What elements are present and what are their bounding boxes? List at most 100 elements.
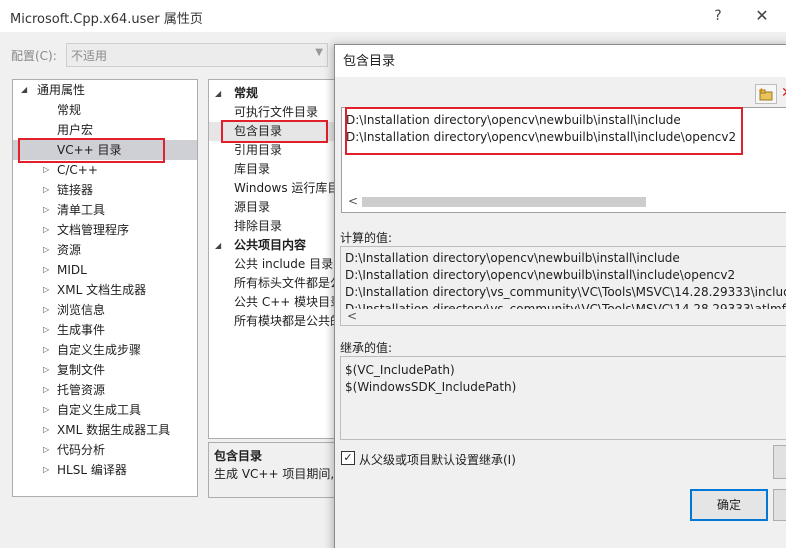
inherit-checkbox-label[interactable]: 从父级或项目默认设置继承(I): [359, 451, 516, 468]
tree-item-manifest-tool[interactable]: ▷ 清单工具: [13, 200, 197, 220]
collapsed-arrow-icon[interactable]: ▷: [43, 260, 49, 280]
tree-item-label: MIDL: [57, 263, 87, 277]
tree-item-label: 自定义生成工具: [57, 403, 142, 417]
inherited-values-label: 继承的值:: [340, 341, 393, 355]
svg-text:✦: ✦: [758, 86, 765, 95]
grid-row-reference-dirs[interactable]: 引用目录: [209, 141, 335, 160]
grid-row-exclude-dirs[interactable]: 排除目录: [209, 217, 335, 236]
grid-row-label: 所有标头文件都是公共的: [234, 276, 335, 290]
tree-item-copy-files[interactable]: ▷ 复制文件: [13, 360, 197, 380]
scroll-left-icon[interactable]: <: [348, 194, 358, 208]
collapsed-arrow-icon[interactable]: ▷: [43, 400, 49, 420]
tree-item-xml-doc-generator[interactable]: ▷ XML 文档生成器: [13, 280, 197, 300]
include-directories-dialog: 包含目录 ✦ ✕ D:\Installation directory\openc…: [334, 44, 786, 548]
grid-row-source-dirs[interactable]: 源目录: [209, 198, 335, 217]
cancel-button[interactable]: [773, 489, 786, 521]
computed-line: D:\Installation directory\opencv\newbuil…: [345, 251, 680, 265]
grid-row-label: 库目录: [234, 162, 271, 176]
grid-row-public-include-dirs[interactable]: 公共 include 目录: [209, 255, 335, 274]
tree-item-custom-build-tool[interactable]: ▷ 自定义生成工具: [13, 400, 197, 420]
folder-star-icon: ✦: [758, 86, 773, 101]
scrollbar-thumb[interactable]: [362, 197, 646, 207]
tree-item-build-events[interactable]: ▷ 生成事件: [13, 320, 197, 340]
grid-row-all-modules-public[interactable]: 所有模块都是公共的: [209, 312, 335, 331]
inherited-line: $(WindowsSDK_IncludePath): [345, 380, 517, 394]
property-tree[interactable]: ◢ 通用属性 常规 用户宏 VC++ 目录 ▷ C/C++ ▷ 链接器 ▷ 清单…: [12, 79, 198, 497]
tree-item-label: 通用属性: [37, 83, 86, 97]
inherited-line: $(VC_IncludePath): [345, 363, 455, 377]
tree-item-label: 文档管理程序: [57, 223, 130, 237]
computed-values-box: D:\Installation directory\opencv\newbuil…: [340, 246, 786, 326]
horizontal-scrollbar[interactable]: <: [346, 194, 786, 210]
tree-item-xdc-make[interactable]: ▷ 文档管理程序: [13, 220, 197, 240]
expanded-arrow-icon[interactable]: ◢: [215, 84, 221, 103]
grid-row-label: Windows 运行库目录: [234, 181, 335, 195]
grid-category-public-project-content[interactable]: ◢ 公共项目内容: [209, 236, 335, 255]
title-bar: Microsoft.Cpp.x64.user 属性页 ? ✕: [0, 0, 786, 32]
config-select[interactable]: 不适用 ▼: [66, 43, 328, 67]
scroll-left-icon[interactable]: <: [347, 309, 357, 323]
expanded-arrow-icon[interactable]: ◢: [21, 80, 27, 100]
tree-item-code-analysis[interactable]: ▷ 代码分析: [13, 440, 197, 460]
annotation-highlight-box: [345, 107, 743, 155]
annotation-highlight-box: [221, 120, 328, 143]
tree-item-label: 用户宏: [57, 123, 94, 137]
collapsed-arrow-icon[interactable]: ▷: [43, 280, 49, 300]
delete-icon[interactable]: ✕: [781, 84, 786, 104]
collapsed-arrow-icon[interactable]: ▷: [43, 200, 49, 220]
help-button[interactable]: ?: [706, 4, 730, 28]
inherit-checkbox[interactable]: ✓: [341, 451, 355, 465]
new-line-icon[interactable]: ✦: [755, 84, 777, 104]
collapsed-arrow-icon[interactable]: ▷: [43, 340, 49, 360]
collapsed-arrow-icon[interactable]: ▷: [43, 440, 49, 460]
grid-row-winrt-lib-dirs[interactable]: Windows 运行库目录: [209, 179, 335, 198]
tree-item-label: 浏览信息: [57, 303, 106, 317]
grid-row-all-headers-public[interactable]: 所有标头文件都是公共的: [209, 274, 335, 293]
collapsed-arrow-icon[interactable]: ▷: [43, 180, 49, 200]
tree-item-label: 资源: [57, 243, 82, 257]
collapsed-arrow-icon[interactable]: ▷: [43, 240, 49, 260]
grid-row-label: 排除目录: [234, 219, 283, 233]
horizontal-scrollbar[interactable]: <: [345, 309, 786, 325]
tree-item-midl[interactable]: ▷ MIDL: [13, 260, 197, 280]
collapsed-arrow-icon[interactable]: ▷: [43, 300, 49, 320]
grid-row-label: 公共 include 目录: [234, 257, 334, 271]
expanded-arrow-icon[interactable]: ◢: [215, 236, 221, 255]
tree-item-general-properties[interactable]: ◢ 通用属性: [13, 80, 197, 100]
tree-item-managed-resources[interactable]: ▷ 托管资源: [13, 380, 197, 400]
ok-button[interactable]: 确定: [690, 489, 768, 521]
tree-item-label: C/C++: [57, 163, 98, 177]
tree-item-resources[interactable]: ▷ 资源: [13, 240, 197, 260]
close-button[interactable]: ✕: [748, 4, 776, 28]
description-text: 生成 VC++ 项目期间,使用的包含文件的路径。: [214, 467, 335, 481]
macros-button[interactable]: [773, 445, 786, 479]
collapsed-arrow-icon[interactable]: ▷: [43, 160, 49, 180]
tree-item-linker[interactable]: ▷ 链接器: [13, 180, 197, 200]
collapsed-arrow-icon[interactable]: ▷: [43, 360, 49, 380]
tree-item-hlsl-compiler[interactable]: ▷ HLSL 编译器: [13, 460, 197, 480]
collapsed-arrow-icon[interactable]: ▷: [43, 320, 49, 340]
tree-item-label: 清单工具: [57, 203, 106, 217]
grid-row-public-module-dirs[interactable]: 公共 C++ 模块目录: [209, 293, 335, 312]
tree-item-xml-data-generator[interactable]: ▷ XML 数据生成器工具: [13, 420, 197, 440]
collapsed-arrow-icon[interactable]: ▷: [43, 420, 49, 440]
tree-item-cpp[interactable]: ▷ C/C++: [13, 160, 197, 180]
tree-item-custom-build-step[interactable]: ▷ 自定义生成步骤: [13, 340, 197, 360]
grid-row-library-dirs[interactable]: 库目录: [209, 160, 335, 179]
description-title: 包含目录: [214, 449, 263, 463]
config-label: 配置(C):: [11, 49, 57, 63]
tree-item-label: 托管资源: [57, 383, 106, 397]
property-grid[interactable]: ◢ 常规 可执行文件目录 包含目录 引用目录 库目录 Windows 运行库目录…: [208, 79, 336, 439]
config-value: 不适用: [71, 49, 108, 63]
tree-item-user-macros[interactable]: 用户宏: [13, 120, 197, 140]
collapsed-arrow-icon[interactable]: ▷: [43, 380, 49, 400]
computed-line: D:\Installation directory\vs_community\V…: [345, 285, 786, 299]
collapsed-arrow-icon[interactable]: ▷: [43, 220, 49, 240]
grid-category-general[interactable]: ◢ 常规: [209, 84, 335, 103]
annotation-highlight-box: [18, 138, 165, 163]
description-panel: 包含目录 生成 VC++ 项目期间,使用的包含文件的路径。: [208, 442, 336, 498]
computed-values-label: 计算的值:: [340, 231, 393, 245]
tree-item-general[interactable]: 常规: [13, 100, 197, 120]
collapsed-arrow-icon[interactable]: ▷: [43, 460, 49, 480]
tree-item-browse-info[interactable]: ▷ 浏览信息: [13, 300, 197, 320]
